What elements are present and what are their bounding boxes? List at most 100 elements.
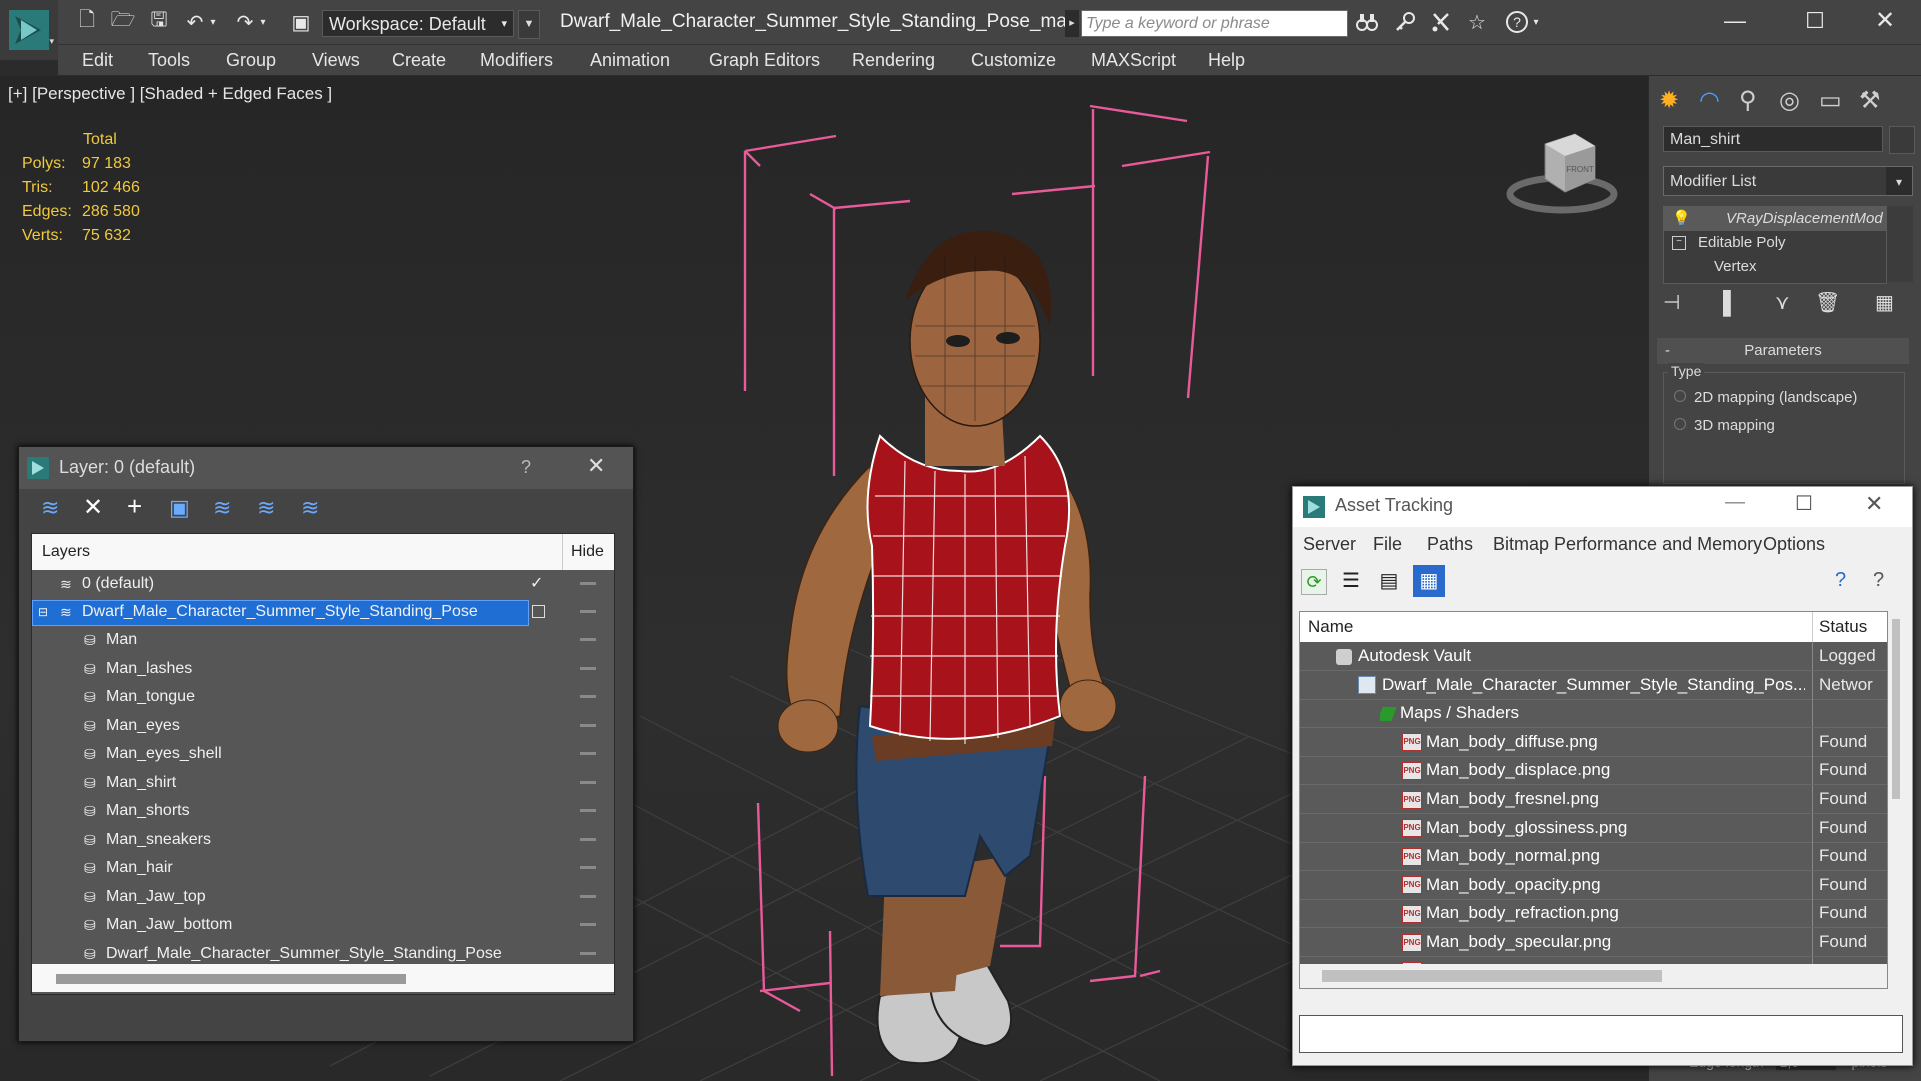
layer-object-row[interactable]: ⛁ Man_shorts xyxy=(32,797,614,825)
select-layer-icon[interactable]: ≋ xyxy=(213,495,231,521)
menu-views[interactable]: Views xyxy=(312,45,360,75)
menu-create[interactable]: Create xyxy=(392,45,446,75)
menu-file[interactable]: File xyxy=(1373,527,1402,561)
stack-item-editable-poly[interactable]: − Editable Poly xyxy=(1664,231,1886,255)
help-icon[interactable]: ? xyxy=(1504,10,1530,34)
redo-dropdown-icon[interactable]: ▾ xyxy=(256,10,270,34)
asset-path-field[interactable] xyxy=(1299,1015,1903,1053)
collapse-icon[interactable]: − xyxy=(1672,236,1686,250)
modifier-list-dropdown[interactable]: Modifier List ▾ xyxy=(1663,166,1913,196)
horizontal-scrollbar[interactable] xyxy=(32,964,614,992)
workspace-dropdown[interactable]: Workspace: Default ▾ xyxy=(322,10,514,37)
layer-object-row[interactable]: ⛁ Man_lashes xyxy=(32,655,614,683)
close-icon[interactable]: ✕ xyxy=(587,453,605,479)
freeze-all-icon[interactable]: ≋ xyxy=(301,495,319,521)
menu-edit[interactable]: Edit xyxy=(82,45,113,75)
scrollbar-thumb[interactable] xyxy=(1892,619,1900,799)
title-expand-arrow-icon[interactable]: ▸ xyxy=(1065,10,1079,37)
workspace-menu-button[interactable]: ▼ xyxy=(518,10,540,39)
asset-row[interactable]: PNG Man_body_glossiness.png Found xyxy=(1300,813,1887,843)
hide-toggle[interactable] xyxy=(580,951,596,955)
new-layer-icon[interactable]: ≋ xyxy=(41,495,59,521)
minimize-button[interactable]: — xyxy=(1725,491,1745,514)
redo-icon[interactable]: ↷ xyxy=(232,10,258,34)
modify-tab-icon[interactable]: ◠ xyxy=(1699,86,1720,115)
scrollbar-thumb[interactable] xyxy=(56,974,406,984)
stack-scrollbar[interactable] xyxy=(1887,206,1913,282)
asset-row[interactable]: PNG Man_body_specular.png Found xyxy=(1300,928,1887,957)
asset-row[interactable]: Autodesk Vault Logged xyxy=(1300,642,1887,671)
hide-toggle[interactable] xyxy=(580,894,596,898)
key-icon[interactable] xyxy=(1392,10,1418,34)
delete-layer-icon[interactable]: ✕ xyxy=(83,493,103,522)
stack-subobject-vertex[interactable]: Vertex xyxy=(1664,255,1886,279)
hide-toggle[interactable] xyxy=(580,695,596,698)
column-layers[interactable]: Layers xyxy=(42,534,90,570)
layer-row-default[interactable]: ≋ 0 (default) ✓ xyxy=(32,570,614,598)
search-input[interactable]: Type a keyword or phrase xyxy=(1081,10,1348,37)
menu-help[interactable]: Help xyxy=(1208,45,1245,75)
column-hide[interactable]: Hide xyxy=(562,534,604,570)
help-icon[interactable]: ? xyxy=(1873,569,1884,592)
motion-tab-icon[interactable]: ◎ xyxy=(1779,86,1800,115)
asset-row[interactable]: PNG Man_body_refraction.png Found xyxy=(1300,899,1887,929)
layer-object-row[interactable]: ⛁ Man_Jaw_top xyxy=(32,883,614,911)
hide-toggle[interactable] xyxy=(580,780,596,784)
pin-stack-icon[interactable]: ⊣ xyxy=(1663,290,1680,315)
layer-object-row[interactable]: ⛁ Man_eyes xyxy=(32,712,614,740)
radio-3d-mapping[interactable]: 3D mapping xyxy=(1674,417,1775,434)
hide-toggle[interactable] xyxy=(580,610,596,613)
app-logo[interactable]: ▾ xyxy=(0,0,58,60)
project-folder-icon[interactable]: ▣ xyxy=(288,10,314,34)
asset-row[interactable]: Dwarf_Male_Character_Summer_Style_Standi… xyxy=(1300,670,1887,700)
binoculars-icon[interactable] xyxy=(1354,10,1380,34)
menu-tools[interactable]: Tools xyxy=(148,45,190,75)
new-file-icon[interactable]: 🗋 xyxy=(74,9,100,34)
collapse-icon[interactable]: ⊟ xyxy=(38,598,48,626)
active-check-icon[interactable]: ✓ xyxy=(530,570,543,598)
hide-all-icon[interactable]: ≋ xyxy=(257,495,275,521)
display-tab-icon[interactable]: ▭ xyxy=(1819,86,1842,115)
dwarf-character-model[interactable] xyxy=(777,230,1117,1065)
table-view-icon[interactable]: ▦ xyxy=(1413,565,1445,597)
menu-maxscript[interactable]: MAXScript xyxy=(1091,45,1176,75)
menu-group[interactable]: Group xyxy=(226,45,276,75)
hide-toggle[interactable] xyxy=(580,666,596,670)
layer-row-dwarf[interactable]: ⊟ ≋ Dwarf_Male_Character_Summer_Style_St… xyxy=(32,598,614,626)
object-color-swatch[interactable] xyxy=(1889,126,1915,154)
layer-object-row[interactable]: ⛁ Man_Jaw_bottom xyxy=(32,911,614,939)
add-to-layer-icon[interactable]: + xyxy=(127,491,142,522)
menu-modifiers[interactable]: Modifiers xyxy=(480,45,553,75)
show-end-result-icon[interactable]: ▌ xyxy=(1723,290,1739,316)
menu-paths[interactable]: Paths xyxy=(1427,527,1473,561)
hide-toggle[interactable] xyxy=(580,923,596,926)
select-objects-icon[interactable]: ▣ xyxy=(169,495,190,521)
layer-object-row[interactable]: ⛁ Man_sneakers xyxy=(32,826,614,854)
help-dropdown-icon[interactable]: ▾ xyxy=(1530,10,1542,34)
vertical-scrollbar[interactable] xyxy=(1889,611,1903,987)
make-unique-icon[interactable]: ⋎ xyxy=(1775,290,1790,315)
refresh-icon[interactable]: ⟳ xyxy=(1301,569,1327,595)
hide-toggle[interactable] xyxy=(580,866,596,869)
favorites-star-icon[interactable]: ☆ xyxy=(1464,10,1490,34)
communication-center-icon[interactable] xyxy=(1428,10,1454,34)
utilities-tab-icon[interactable]: ⚒ xyxy=(1859,86,1881,115)
hide-toggle[interactable] xyxy=(580,582,596,585)
list-view-icon[interactable]: ☰ xyxy=(1339,569,1363,593)
menu-animation[interactable]: Animation xyxy=(590,45,670,75)
active-checkbox-icon[interactable] xyxy=(532,605,545,618)
asset-window-titlebar[interactable]: Asset Tracking — ☐ ✕ xyxy=(1293,487,1912,527)
parameters-rollout-header[interactable]: - Parameters xyxy=(1657,338,1909,364)
column-name[interactable]: Name xyxy=(1308,612,1353,642)
layer-object-row[interactable]: ⛁ Man_hair xyxy=(32,854,614,882)
hide-toggle[interactable] xyxy=(580,809,596,812)
hierarchy-tab-icon[interactable]: ⚲ xyxy=(1739,86,1757,115)
remove-modifier-icon[interactable]: 🗑 xyxy=(1815,290,1840,315)
hide-toggle[interactable] xyxy=(580,638,596,641)
lightbulb-icon[interactable]: 💡 xyxy=(1672,207,1691,231)
modifier-stack[interactable]: 💡 VRayDisplacementMod − Editable Poly Ve… xyxy=(1663,206,1887,284)
hide-toggle[interactable] xyxy=(580,723,596,727)
hide-toggle[interactable] xyxy=(580,752,596,755)
minimize-button[interactable]: — xyxy=(1710,8,1760,36)
menu-options[interactable]: Options xyxy=(1763,527,1825,561)
